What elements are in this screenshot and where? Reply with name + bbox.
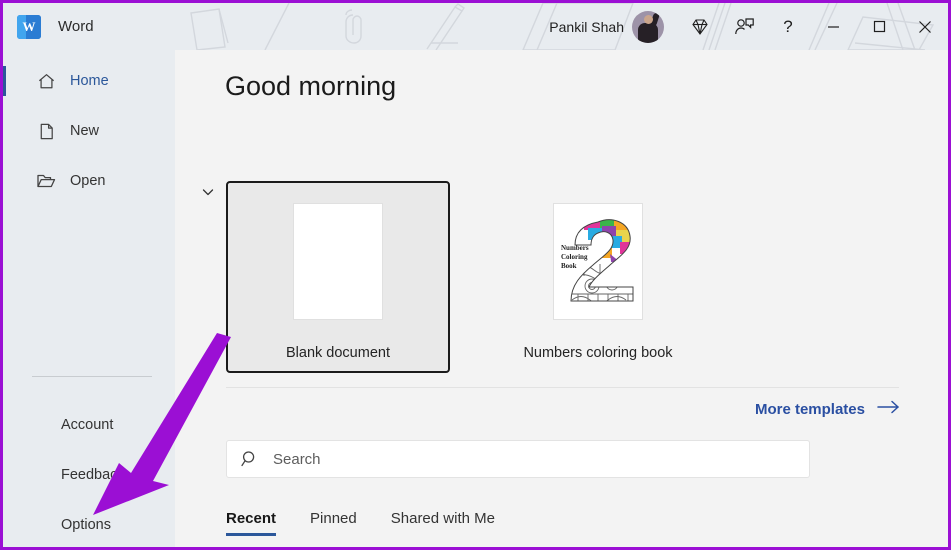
titlebar-left-group: W Word xyxy=(3,14,94,39)
tab-label: Pinned xyxy=(310,510,357,527)
arrow-right-icon xyxy=(877,400,901,418)
template-label: Numbers coloring book xyxy=(523,345,673,361)
sidebar-item-label: New xyxy=(70,123,100,139)
sidebar: Home New Open Account Feedback Options xyxy=(3,50,175,547)
sidebar-item-feedback[interactable]: Feedback xyxy=(3,450,175,500)
main-content: Good morning New Blank document xyxy=(175,50,948,547)
sidebar-item-options[interactable]: Options xyxy=(3,500,175,547)
template-card-blank-document[interactable]: Blank document xyxy=(226,181,450,373)
thumbnail-caption-text: Numbers Coloring Book xyxy=(561,244,589,270)
avatar[interactable] xyxy=(632,10,664,43)
new-document-icon xyxy=(35,120,57,142)
tab-underline xyxy=(226,533,277,536)
sidebar-item-label: Open xyxy=(70,173,106,189)
sidebar-divider xyxy=(32,376,152,377)
templates-row: Blank document Numbers Coloring Book Num… xyxy=(226,181,710,373)
title-bar: W Word Pankil Shah ? xyxy=(3,3,948,50)
word-logo-icon: W xyxy=(17,14,41,39)
app-title: Word xyxy=(58,18,94,35)
tab-recent[interactable]: Recent xyxy=(226,510,277,536)
tab-label: Shared with Me xyxy=(390,510,495,527)
page-title: Good morning xyxy=(225,71,397,101)
coloring-book-thumbnail: Numbers Coloring Book xyxy=(553,203,643,320)
diamond-icon[interactable] xyxy=(678,3,722,50)
sidebar-item-new[interactable]: New xyxy=(3,106,175,156)
tab-shared-with-me[interactable]: Shared with Me xyxy=(391,510,495,536)
search-icon xyxy=(227,450,273,468)
sidebar-item-account[interactable]: Account xyxy=(3,400,175,450)
minimize-button[interactable] xyxy=(810,3,856,50)
maximize-button[interactable] xyxy=(856,3,902,50)
help-question-icon[interactable]: ? xyxy=(766,3,810,50)
home-icon xyxy=(35,70,57,92)
search-input[interactable] xyxy=(273,450,773,468)
word-start-screen-window: W Word Pankil Shah ? Home New Open Accou… xyxy=(0,0,951,550)
titlebar-right-group: Pankil Shah ? xyxy=(549,3,948,50)
sidebar-item-open[interactable]: Open xyxy=(3,156,175,206)
help-glyph: ? xyxy=(783,16,793,36)
template-label: Blank document xyxy=(286,345,390,361)
close-button[interactable] xyxy=(902,3,948,50)
content-divider xyxy=(226,387,899,388)
search-box[interactable] xyxy=(226,440,810,478)
more-templates-link[interactable]: More templates xyxy=(755,400,901,418)
selection-indicator xyxy=(3,66,6,96)
chevron-down-icon[interactable] xyxy=(197,185,219,199)
more-templates-label: More templates xyxy=(754,400,865,418)
open-folder-icon xyxy=(35,170,57,192)
person-chat-icon[interactable] xyxy=(722,3,766,50)
blank-page-thumbnail xyxy=(293,203,383,320)
tab-label: Recent xyxy=(226,510,277,527)
tab-pinned[interactable]: Pinned xyxy=(310,510,357,536)
user-name[interactable]: Pankil Shah xyxy=(549,19,624,35)
sidebar-item-label: Home xyxy=(70,73,109,89)
sidebar-item-home[interactable]: Home xyxy=(3,56,175,106)
template-card-numbers-coloring-book[interactable]: Numbers Coloring Book Numbers coloring boo… xyxy=(486,181,710,373)
file-list-tabs: Recent Pinned Shared with Me xyxy=(226,510,495,536)
